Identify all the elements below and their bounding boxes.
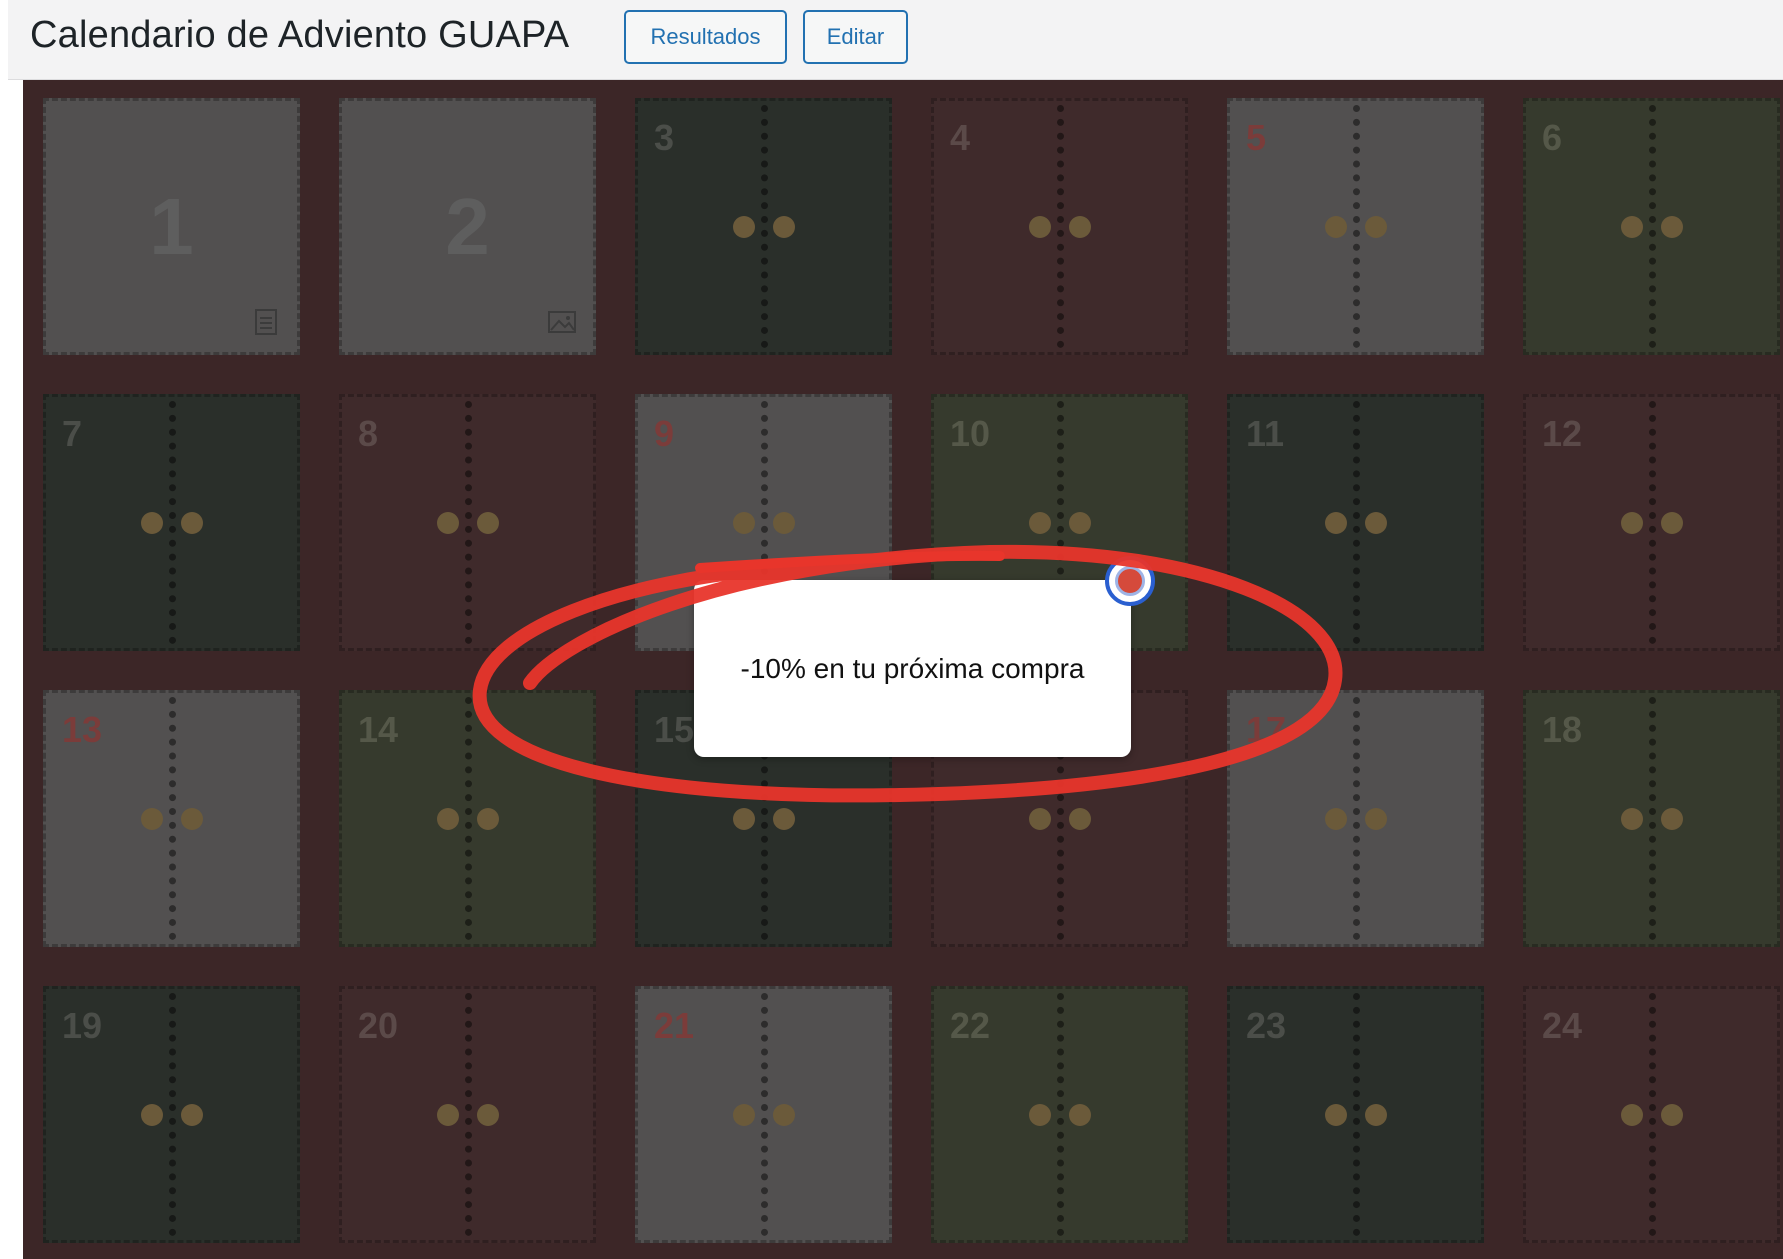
door-number: 9 xyxy=(654,413,675,454)
door-knobs-icon xyxy=(436,1103,499,1126)
door-number: 4 xyxy=(950,117,971,158)
door-knobs-icon xyxy=(1620,807,1683,830)
door-number: 8 xyxy=(358,413,379,454)
door-knobs-icon xyxy=(1324,1103,1387,1126)
calendar-door-23[interactable]: 23 xyxy=(1227,986,1484,1243)
door-knobs-icon xyxy=(732,1103,795,1126)
door-knobs-icon xyxy=(1028,807,1091,830)
calendar-door-21[interactable]: 21 xyxy=(635,986,892,1243)
door-knobs-icon xyxy=(436,511,499,534)
door-number: 20 xyxy=(358,1005,399,1046)
door-number: 22 xyxy=(950,1005,991,1046)
door-number: 5 xyxy=(1246,117,1267,158)
door-number: 23 xyxy=(1246,1005,1287,1046)
door-number: 18 xyxy=(1542,709,1583,750)
door-knobs-icon xyxy=(732,215,795,238)
calendar-door-8[interactable]: 8 xyxy=(339,394,596,651)
door-knobs-icon xyxy=(140,807,203,830)
door-knobs-icon xyxy=(1028,511,1091,534)
door-knobs-icon xyxy=(1324,807,1387,830)
door-knobs-icon xyxy=(436,807,499,830)
door-number: 21 xyxy=(654,1005,695,1046)
door-knobs-icon xyxy=(140,511,203,534)
calendar-door-12[interactable]: 12 xyxy=(1523,394,1780,651)
calendar-door-18[interactable]: 18 xyxy=(1523,690,1780,947)
door-number: 24 xyxy=(1542,1005,1583,1046)
door-number: 10 xyxy=(950,413,991,454)
door-number: 15 xyxy=(654,709,695,750)
results-button[interactable]: Resultados xyxy=(624,10,787,64)
door-knobs-icon xyxy=(1028,215,1091,238)
door-number: 19 xyxy=(62,1005,103,1046)
calendar-door-11[interactable]: 11 xyxy=(1227,394,1484,651)
page-title: Calendario de Adviento GUAPA xyxy=(30,14,570,56)
door-number: 3 xyxy=(654,117,675,158)
close-icon[interactable] xyxy=(1105,556,1155,606)
calendar-door-20[interactable]: 20 xyxy=(339,986,596,1243)
prize-popup: -10% en tu próxima compra xyxy=(694,580,1131,757)
door-knobs-icon xyxy=(1324,215,1387,238)
calendar-door-7[interactable]: 7 xyxy=(43,394,300,651)
calendar-door-2[interactable]: 2 xyxy=(339,98,596,355)
door-number: 1 xyxy=(149,182,194,271)
page-header: Calendario de Adviento GUAPA Resultados … xyxy=(8,0,1783,80)
document-icon xyxy=(251,308,281,336)
door-number: 7 xyxy=(62,413,83,454)
door-knobs-icon xyxy=(732,511,795,534)
door-knobs-icon xyxy=(140,1103,203,1126)
door-number: 2 xyxy=(445,182,490,271)
door-knobs-icon xyxy=(1620,1103,1683,1126)
calendar-door-22[interactable]: 22 xyxy=(931,986,1188,1243)
door-number: 11 xyxy=(1246,413,1285,454)
calendar-door-19[interactable]: 19 xyxy=(43,986,300,1243)
door-number: 6 xyxy=(1542,117,1563,158)
door-number: 14 xyxy=(358,709,399,750)
door-knobs-icon xyxy=(1620,215,1683,238)
calendar-door-17[interactable]: 17 xyxy=(1227,690,1484,947)
door-knobs-icon xyxy=(1620,511,1683,534)
door-knobs-icon xyxy=(1324,511,1387,534)
door-knobs-icon xyxy=(732,807,795,830)
calendar-door-3[interactable]: 3 xyxy=(635,98,892,355)
image-icon xyxy=(547,308,577,336)
prize-message: -10% en tu próxima compra xyxy=(740,652,1085,684)
calendar-door-4[interactable]: 4 xyxy=(931,98,1188,355)
calendar-door-14[interactable]: 14 xyxy=(339,690,596,947)
calendar-door-1[interactable]: 1 xyxy=(43,98,300,355)
edit-button[interactable]: Editar xyxy=(803,10,908,64)
calendar-door-24[interactable]: 24 xyxy=(1523,986,1780,1243)
door-number: 12 xyxy=(1542,413,1583,454)
door-number: 13 xyxy=(62,709,103,750)
calendar-door-5[interactable]: 5 xyxy=(1227,98,1484,355)
calendar-door-13[interactable]: 13 xyxy=(43,690,300,947)
door-knobs-icon xyxy=(1028,1103,1091,1126)
calendar-door-6[interactable]: 6 xyxy=(1523,98,1780,355)
door-number: 17 xyxy=(1246,709,1287,750)
